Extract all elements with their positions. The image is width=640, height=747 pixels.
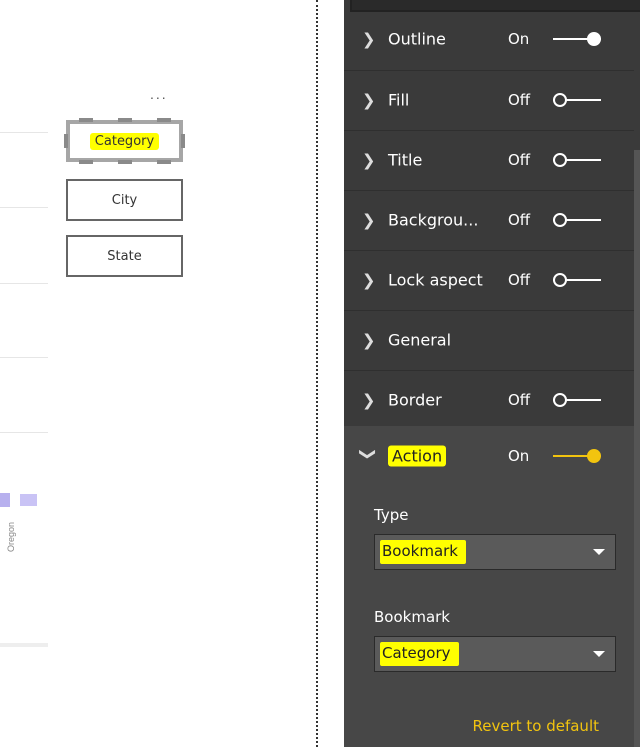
bookmark-label: Bookmark — [374, 608, 450, 626]
section-label: Title — [388, 150, 423, 170]
resize-handle[interactable] — [118, 118, 132, 122]
resize-handle[interactable] — [157, 118, 171, 122]
chevron-right-icon: ❯ — [362, 210, 376, 230]
border-toggle[interactable] — [553, 393, 601, 407]
section-label: Fill — [388, 90, 410, 110]
category-button-label: Category — [89, 132, 160, 150]
gridline — [0, 357, 48, 358]
report-canvas: ... Category City State Oregon — [0, 0, 316, 747]
toggle-state: On — [508, 30, 530, 48]
more-options-icon[interactable]: ... — [150, 86, 168, 102]
section-label: Outline — [388, 29, 446, 49]
section-lock-aspect[interactable]: ❯ Lock aspect Off — [344, 250, 634, 311]
resize-handle[interactable] — [79, 118, 93, 122]
city-button[interactable]: City — [66, 179, 183, 221]
section-label: Border — [388, 390, 442, 410]
section-label: Action — [388, 445, 447, 467]
chevron-right-icon: ❯ — [362, 150, 376, 170]
section-outline[interactable]: ❯ Outline On — [344, 8, 634, 71]
bookmark-select[interactable]: Category — [374, 636, 616, 672]
type-value: Bookmark — [380, 540, 466, 564]
lock-aspect-toggle[interactable] — [553, 273, 601, 287]
chart-bar — [20, 494, 37, 506]
background-toggle[interactable] — [553, 213, 601, 227]
gridline — [0, 432, 48, 433]
scrollbar[interactable] — [634, 150, 640, 747]
state-button[interactable]: State — [66, 235, 183, 277]
chevron-right-icon: ❯ — [362, 29, 376, 49]
canvas-boundary — [316, 0, 318, 747]
format-pane: ❯ Outline On ❯ Fill Off ❯ Title Off ❯ Ba… — [344, 0, 640, 747]
bookmark-value: Category — [380, 642, 459, 666]
dropdown-arrow-icon — [593, 549, 605, 555]
chart-bar — [0, 493, 10, 507]
section-label: Backgrou... — [388, 210, 479, 230]
toggle-state: On — [508, 447, 530, 465]
section-general[interactable]: ❯ General — [344, 310, 634, 371]
chevron-right-icon: ❯ — [362, 330, 376, 350]
dropdown-arrow-icon — [593, 651, 605, 657]
section-background[interactable]: ❯ Backgrou... Off — [344, 190, 634, 251]
section-title[interactable]: ❯ Title Off — [344, 130, 634, 191]
type-label: Type — [374, 506, 409, 524]
gridline — [0, 207, 48, 208]
title-toggle[interactable] — [553, 153, 601, 167]
gridline — [0, 643, 48, 647]
type-select[interactable]: Bookmark — [374, 534, 616, 570]
section-action[interactable]: ❯ Action On — [344, 426, 634, 487]
toggle-state: Off — [508, 211, 531, 229]
chevron-right-icon: ❯ — [362, 390, 376, 410]
toggle-state: Off — [508, 91, 531, 109]
resize-handle[interactable] — [64, 134, 68, 148]
resize-handle[interactable] — [157, 160, 171, 164]
section-fill[interactable]: ❯ Fill Off — [344, 70, 634, 131]
chevron-right-icon: ❯ — [362, 270, 376, 290]
gridline — [0, 283, 48, 284]
resize-handle[interactable] — [181, 134, 185, 148]
action-toggle[interactable] — [553, 449, 601, 463]
fill-toggle[interactable] — [553, 93, 601, 107]
toggle-state: Off — [508, 271, 531, 289]
chevron-down-icon: ❯ — [359, 447, 379, 461]
outline-toggle[interactable] — [553, 32, 601, 46]
chevron-right-icon: ❯ — [362, 90, 376, 110]
city-button-label: City — [111, 192, 138, 208]
section-label: General — [388, 330, 452, 350]
gridline — [0, 132, 48, 133]
toggle-state: Off — [508, 151, 531, 169]
section-border[interactable]: ❯ Border Off — [344, 370, 634, 431]
category-button[interactable]: Category — [66, 120, 183, 162]
resize-handle[interactable] — [79, 160, 93, 164]
toggle-state: Off — [508, 391, 531, 409]
revert-to-default-link[interactable]: Revert to default — [472, 717, 599, 735]
section-label: Lock aspect — [388, 270, 483, 290]
axis-label: Oregon — [6, 521, 16, 552]
state-button-label: State — [107, 248, 142, 264]
resize-handle[interactable] — [118, 160, 132, 164]
action-settings: Type Bookmark Bookmark Category Revert t… — [344, 486, 634, 747]
